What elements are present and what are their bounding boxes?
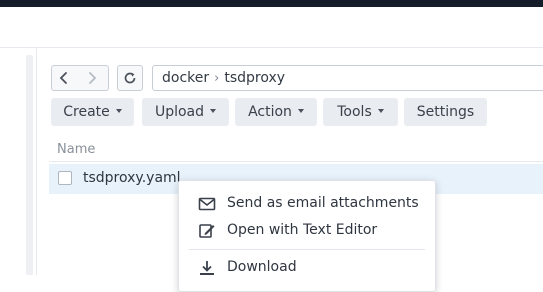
menu-item-open-text-editor[interactable]: Open with Text Editor <box>179 218 435 244</box>
breadcrumb-separator: › <box>214 71 220 86</box>
left-panel <box>0 48 26 275</box>
tools-button[interactable]: Tools <box>323 98 398 126</box>
settings-button[interactable]: Settings <box>404 98 487 126</box>
action-button[interactable]: Action <box>235 98 317 126</box>
create-button[interactable]: Create <box>51 98 134 126</box>
column-name-header[interactable]: Name <box>57 142 95 157</box>
action-label: Action <box>248 104 292 120</box>
forward-button[interactable] <box>76 65 109 91</box>
back-button[interactable] <box>51 65 77 91</box>
caret-down-icon <box>210 109 217 113</box>
envelope-icon <box>198 197 216 211</box>
refresh-icon <box>124 72 136 84</box>
top-dark-bar <box>0 0 543 7</box>
menu-item-send-email[interactable]: Send as email attachments <box>179 191 435 217</box>
menu-item-label: Send as email attachments <box>227 195 419 211</box>
refresh-button[interactable] <box>117 65 143 91</box>
column-header: Name <box>49 139 543 162</box>
window-header <box>0 7 543 48</box>
row-checkbox[interactable] <box>58 171 72 185</box>
file-name[interactable]: tsdproxy.yaml <box>83 170 181 186</box>
upload-label: Upload <box>154 104 205 120</box>
caret-down-icon <box>115 109 122 113</box>
menu-item-download[interactable]: Download <box>179 255 435 281</box>
breadcrumb-tsdproxy[interactable]: tsdproxy <box>224 70 285 86</box>
menu-item-label: Download <box>227 259 297 275</box>
caret-down-icon <box>377 109 384 113</box>
path-bar[interactable]: docker › tsdproxy <box>152 65 543 91</box>
download-icon <box>200 261 214 275</box>
left-panel-scrollbar[interactable] <box>26 55 33 275</box>
chevron-left-icon <box>59 72 67 84</box>
upload-button[interactable]: Upload <box>142 98 229 126</box>
context-menu: Send as email attachments Open with Text… <box>178 180 436 292</box>
breadcrumb-docker[interactable]: docker <box>162 70 209 86</box>
tools-label: Tools <box>337 104 372 120</box>
settings-label: Settings <box>416 104 475 120</box>
create-label: Create <box>63 104 110 120</box>
caret-down-icon <box>297 109 304 113</box>
chevron-right-icon <box>89 72 97 84</box>
menu-item-label: Open with Text Editor <box>227 222 378 238</box>
edit-icon <box>199 224 215 238</box>
menu-divider <box>189 249 425 250</box>
